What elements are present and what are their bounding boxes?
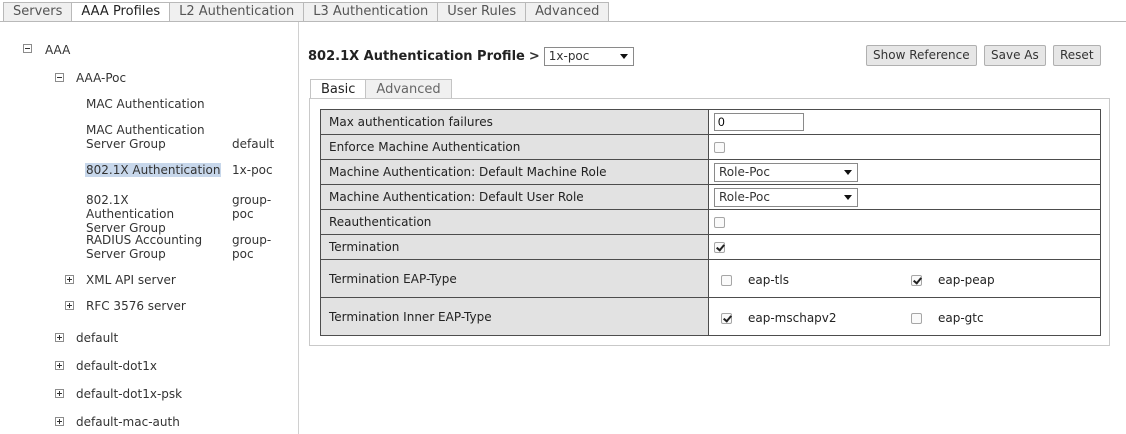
show-reference-button[interactable]: Show Reference bbox=[866, 45, 977, 66]
reauthentication-checkbox[interactable] bbox=[714, 216, 725, 228]
eap-tls-checkbox[interactable] bbox=[721, 274, 732, 286]
tree-node-default-mac-auth[interactable]: default-mac-auth bbox=[76, 415, 180, 429]
eap-gtc-option: eap-gtc bbox=[911, 311, 984, 325]
row-label: Max authentication failures bbox=[321, 110, 709, 134]
row-label: Reauthentication bbox=[321, 210, 709, 234]
chevron-down-icon bbox=[844, 194, 852, 200]
table-row: Termination bbox=[321, 235, 1100, 260]
settings-grid: Max authentication failures Enforce Mach… bbox=[320, 109, 1101, 336]
option-label: eap-peap bbox=[938, 273, 995, 287]
default-machine-role-select[interactable]: Role-Poc bbox=[714, 162, 858, 182]
tab-l3-authentication[interactable]: L3 Authentication bbox=[304, 2, 439, 22]
expand-icon[interactable] bbox=[65, 301, 74, 310]
table-row: Termination Inner EAP-Type eap-mschapv2 … bbox=[321, 298, 1100, 335]
collapse-icon[interactable] bbox=[23, 44, 32, 53]
tree-value-dot1x-authentication: 1x-poc bbox=[232, 163, 273, 177]
tree-node-aaa-poc[interactable]: AAA-Poc bbox=[76, 71, 126, 85]
tree-value-dot1x-server-group: group-poc bbox=[232, 193, 272, 221]
profile-tree: AAA AAA-Poc MAC Authentication MAC Authe… bbox=[0, 22, 299, 434]
tree-value-radius-accounting: group-poc bbox=[232, 233, 272, 261]
row-label: Termination bbox=[321, 235, 709, 259]
chevron-down-icon bbox=[844, 169, 852, 175]
row-label: Enforce Machine Authentication bbox=[321, 135, 709, 159]
expand-icon[interactable] bbox=[55, 389, 64, 398]
expand-icon[interactable] bbox=[55, 361, 64, 370]
eap-mschapv2-option: eap-mschapv2 bbox=[721, 311, 837, 325]
row-label: Termination Inner EAP-Type bbox=[321, 298, 709, 335]
settings-panel: Max authentication failures Enforce Mach… bbox=[309, 98, 1110, 346]
option-label: eap-mschapv2 bbox=[748, 311, 837, 325]
collapse-icon[interactable] bbox=[55, 73, 64, 82]
tab-l2-authentication[interactable]: L2 Authentication bbox=[170, 2, 305, 22]
tab-advanced[interactable]: Advanced bbox=[526, 2, 610, 22]
tab-user-rules[interactable]: User Rules bbox=[438, 2, 527, 22]
tree-node-dot1x-server-group[interactable]: 802.1X Authentication Server Group bbox=[86, 193, 216, 235]
tree-node-default-dot1x[interactable]: default-dot1x bbox=[76, 359, 157, 373]
default-user-role-select[interactable]: Role-Poc bbox=[714, 187, 858, 207]
table-row: Machine Authentication: Default Machine … bbox=[321, 160, 1100, 185]
top-tab-bar: Servers AAA Profiles L2 Authentication L… bbox=[3, 2, 610, 22]
option-label: eap-tls bbox=[748, 273, 789, 287]
eap-peap-checkbox[interactable] bbox=[911, 274, 922, 286]
tree-node-dot1x-authentication[interactable]: 802.1X Authentication bbox=[85, 163, 222, 177]
table-row: Max authentication failures bbox=[321, 110, 1100, 135]
tab-basic[interactable]: Basic bbox=[310, 79, 367, 99]
table-row: Enforce Machine Authentication bbox=[321, 135, 1100, 160]
breadcrumb-separator: > bbox=[528, 48, 540, 64]
row-label: Termination EAP-Type bbox=[321, 260, 709, 297]
tree-node-xml-api-server[interactable]: XML API server bbox=[86, 273, 176, 287]
eap-peap-option: eap-peap bbox=[911, 273, 995, 287]
tree-node-mac-authentication[interactable]: MAC Authentication bbox=[86, 97, 205, 111]
tab-servers[interactable]: Servers bbox=[3, 2, 73, 22]
expand-icon[interactable] bbox=[55, 333, 64, 342]
tree-node-mac-auth-server-group[interactable]: MAC Authentication Server Group bbox=[86, 123, 236, 151]
profile-title: 802.1X Authentication Profile bbox=[308, 48, 525, 64]
save-as-button[interactable]: Save As bbox=[984, 45, 1046, 66]
tree-value-mac-auth-server-group: default bbox=[232, 137, 275, 151]
option-label: eap-gtc bbox=[938, 311, 984, 325]
profile-header: 802.1X Authentication Profile > 1x-poc bbox=[308, 46, 634, 66]
tree-node-aaa[interactable]: AAA bbox=[45, 43, 70, 57]
select-value: Role-Poc bbox=[719, 189, 770, 204]
tab-aaa-profiles[interactable]: AAA Profiles bbox=[72, 2, 171, 22]
enforce-machine-auth-checkbox[interactable] bbox=[714, 141, 725, 153]
expand-icon[interactable] bbox=[55, 417, 64, 426]
tree-node-radius-accounting[interactable]: RADIUS Accounting Server Group bbox=[86, 233, 216, 261]
row-label: Machine Authentication: Default User Rol… bbox=[321, 185, 709, 209]
table-row: Termination EAP-Type eap-tls eap-peap bbox=[321, 260, 1100, 298]
reset-button[interactable]: Reset bbox=[1053, 45, 1101, 66]
row-label: Machine Authentication: Default Machine … bbox=[321, 160, 709, 184]
table-row: Machine Authentication: Default User Rol… bbox=[321, 185, 1100, 210]
tree-node-default-dot1x-psk[interactable]: default-dot1x-psk bbox=[76, 387, 182, 401]
tree-node-rfc-3576-server[interactable]: RFC 3576 server bbox=[86, 299, 186, 313]
profile-select[interactable]: 1x-poc bbox=[543, 46, 634, 66]
tree-node-default[interactable]: default bbox=[76, 331, 118, 345]
eap-mschapv2-checkbox[interactable] bbox=[721, 312, 732, 324]
tab-advanced-settings[interactable]: Advanced bbox=[366, 79, 452, 99]
expand-icon[interactable] bbox=[65, 275, 74, 284]
sub-tab-bar: Basic Advanced bbox=[310, 79, 452, 99]
max-auth-failures-input[interactable] bbox=[714, 113, 804, 131]
eap-tls-option: eap-tls bbox=[721, 273, 789, 287]
select-value: Role-Poc bbox=[719, 164, 770, 179]
eap-gtc-checkbox[interactable] bbox=[911, 312, 922, 324]
chevron-down-icon bbox=[619, 53, 628, 59]
table-row: Reauthentication bbox=[321, 210, 1100, 235]
profile-select-value: 1x-poc bbox=[548, 48, 590, 63]
termination-checkbox[interactable] bbox=[714, 241, 725, 253]
